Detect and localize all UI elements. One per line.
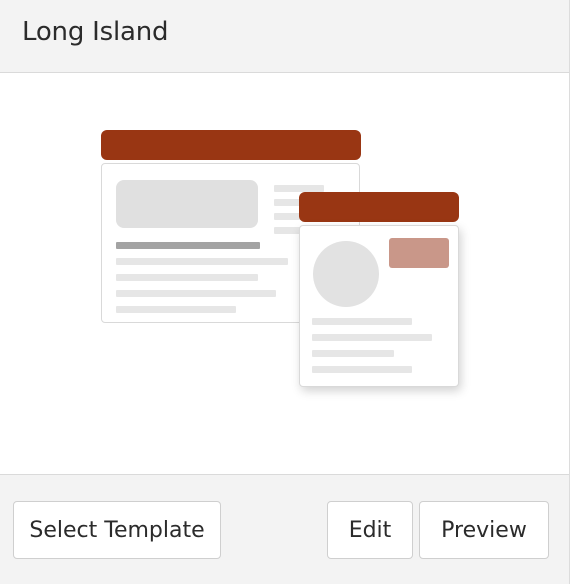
template-preview-area <box>0 73 569 475</box>
select-template-button[interactable]: Select Template <box>13 501 221 559</box>
card-footer: Select Template Edit Preview <box>0 474 569 584</box>
card-header: Long Island <box>0 0 569 73</box>
front-page-header-bar <box>299 192 459 222</box>
back-page-text-line <box>116 290 276 297</box>
front-page-text-line <box>312 350 394 357</box>
front-page-text-line <box>312 318 412 325</box>
back-page-heading-line <box>116 242 260 249</box>
back-page-text-line <box>116 306 236 313</box>
front-page-text-line <box>312 334 432 341</box>
back-page-image-placeholder <box>116 180 258 228</box>
edit-button[interactable]: Edit <box>327 501 413 559</box>
template-title: Long Island <box>22 17 169 47</box>
front-page-text-line <box>312 366 412 373</box>
back-page-side-line <box>274 185 324 192</box>
template-card: Long Island Select Template Edit Preview <box>0 0 570 584</box>
front-page-badge <box>389 238 449 268</box>
back-page-header-bar <box>101 130 361 160</box>
preview-button[interactable]: Preview <box>419 501 549 559</box>
template-layout-illustration <box>0 73 569 475</box>
front-page-avatar-placeholder <box>313 241 379 307</box>
front-page-body <box>299 225 459 387</box>
back-page-text-line <box>116 258 288 265</box>
back-page-text-line <box>116 274 258 281</box>
